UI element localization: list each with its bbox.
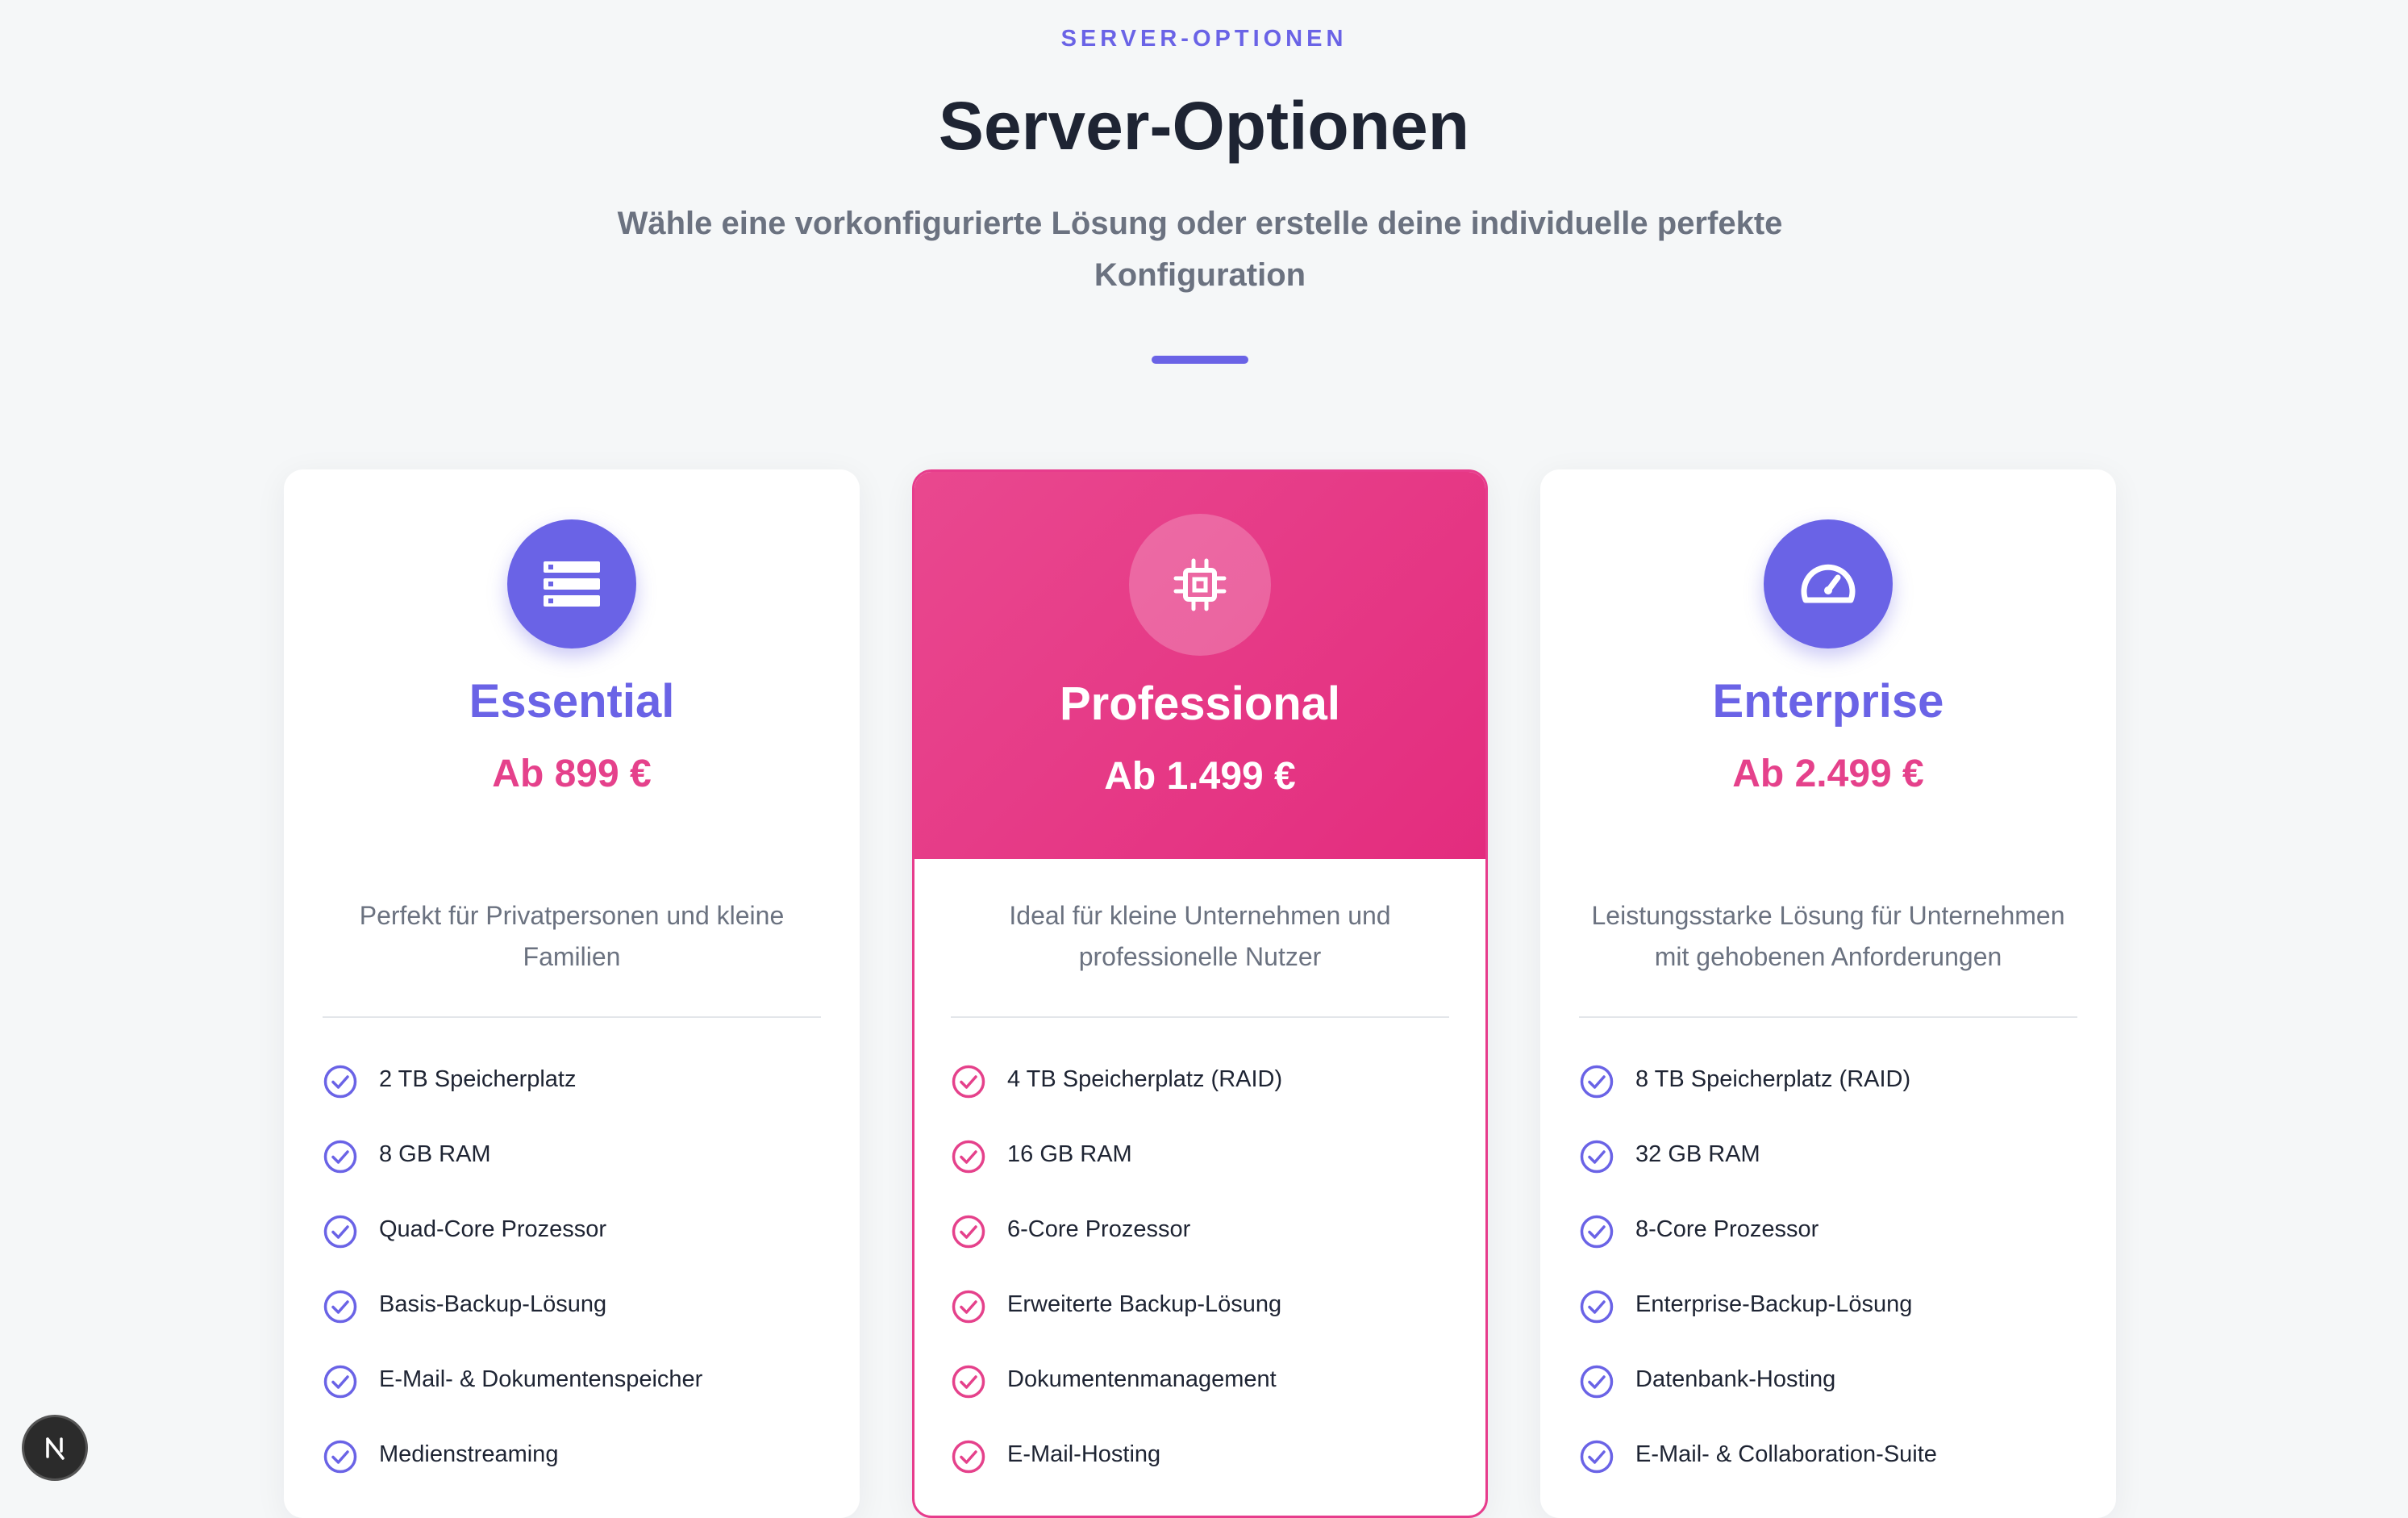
feature-item: Dokumentenmanagement — [951, 1362, 1447, 1437]
feature-item: 16 GB RAM — [951, 1136, 1447, 1211]
feature-label: 8 TB Speicherplatz (RAID) — [1635, 1066, 1911, 1092]
feature-label: 6-Core Prozessor — [1007, 1216, 1191, 1242]
plan-card-professional[interactable]: Professional Ab 1.499 € Ideal für kleine… — [912, 469, 1488, 1518]
feature-label: 16 GB RAM — [1007, 1141, 1132, 1167]
feature-item: Quad-Core Prozessor — [323, 1211, 821, 1287]
feature-item: Erweiterte Backup-Lösung — [951, 1287, 1447, 1362]
check-circle-icon — [1580, 1065, 1614, 1099]
page-subtitle: Wähle eine vorkonfigurierte Lösung oder … — [617, 206, 1783, 293]
check-circle-icon — [952, 1440, 985, 1474]
feature-item: 8-Core Prozessor — [1579, 1211, 2077, 1287]
nextjs-logo-icon — [46, 1437, 65, 1460]
plan-description: Perfekt für Privatpersonen und kleine Fa… — [359, 901, 785, 971]
feature-label: 4 TB Speicherplatz (RAID) — [1007, 1066, 1283, 1092]
feature-label: Datenbank-Hosting — [1635, 1366, 1836, 1392]
plan-card-header: Professional Ab 1.499 € — [914, 472, 1485, 859]
feature-label: Erweiterte Backup-Lösung — [1007, 1291, 1282, 1317]
feature-item: Basis-Backup-Lösung — [323, 1287, 821, 1362]
check-circle-icon — [1580, 1365, 1614, 1399]
plan-card-essential[interactable]: Essential Ab 899 € Perfekt für Privatper… — [284, 469, 860, 1518]
card-divider — [323, 1016, 821, 1018]
feature-label: E-Mail-Hosting — [1007, 1441, 1161, 1467]
check-circle-icon — [323, 1065, 357, 1099]
check-circle-icon — [1580, 1140, 1614, 1174]
check-circle-icon — [323, 1440, 357, 1474]
feature-list: 4 TB Speicherplatz (RAID) 16 GB RAM 6-Co… — [951, 1061, 1447, 1512]
feature-label: Quad-Core Prozessor — [379, 1216, 607, 1242]
feature-label: Enterprise-Backup-Lösung — [1635, 1291, 1913, 1317]
feature-item: 32 GB RAM — [1579, 1136, 2077, 1211]
plan-price: Ab 2.499 € — [1732, 753, 1924, 795]
check-circle-icon — [323, 1290, 357, 1324]
feature-item: E-Mail- & Dokumentenspeicher — [323, 1362, 821, 1437]
plan-description: Leistungsstarke Lösung für Unternehmen m… — [1591, 901, 2065, 971]
card-divider — [951, 1016, 1449, 1018]
feature-item: E-Mail- & Collaboration-Suite — [1579, 1437, 2077, 1512]
server-stack-icon — [507, 519, 636, 648]
check-circle-icon — [952, 1365, 985, 1399]
section-eyebrow: SERVER-OPTIONEN — [1060, 26, 1348, 52]
feature-label: 2 TB Speicherplatz — [379, 1066, 577, 1092]
feature-item: 8 TB Speicherplatz (RAID) — [1579, 1061, 2077, 1136]
feature-label: Medienstreaming — [379, 1441, 559, 1467]
feature-item: Medienstreaming — [323, 1437, 821, 1512]
check-circle-icon — [323, 1215, 357, 1249]
check-circle-icon — [952, 1215, 985, 1249]
check-circle-icon — [1580, 1215, 1614, 1249]
check-circle-icon — [1580, 1290, 1614, 1324]
feature-item: 6-Core Prozessor — [951, 1211, 1447, 1287]
plan-price: Ab 899 € — [492, 753, 652, 795]
feature-item: Datenbank-Hosting — [1579, 1362, 2077, 1437]
plan-name: Enterprise — [1712, 675, 1944, 728]
check-circle-icon — [323, 1365, 357, 1399]
card-divider — [1579, 1016, 2077, 1018]
plan-name: Essential — [469, 675, 675, 728]
feature-label: E-Mail- & Collaboration-Suite — [1635, 1441, 1937, 1467]
feature-item: 8 GB RAM — [323, 1136, 821, 1211]
feature-label: 8 GB RAM — [379, 1141, 491, 1167]
speedometer-icon — [1764, 519, 1893, 648]
nextjs-dev-badge[interactable] — [24, 1417, 85, 1478]
feature-label: Basis-Backup-Lösung — [379, 1291, 607, 1317]
feature-item: Enterprise-Backup-Lösung — [1579, 1287, 2077, 1362]
plan-card-header: Enterprise Ab 2.499 € — [1540, 469, 2116, 857]
title-underline — [1152, 356, 1248, 364]
check-circle-icon — [952, 1140, 985, 1174]
check-circle-icon — [952, 1065, 985, 1099]
feature-list: 2 TB Speicherplatz 8 GB RAM Quad-Core Pr… — [323, 1061, 821, 1512]
feature-item: E-Mail-Hosting — [951, 1437, 1447, 1512]
cpu-chip-icon — [1129, 514, 1271, 656]
check-circle-icon — [1580, 1440, 1614, 1474]
plan-card-header: Essential Ab 899 € — [284, 469, 860, 857]
plan-card-enterprise[interactable]: Enterprise Ab 2.499 € Leistungsstarke Lö… — [1540, 469, 2116, 1518]
feature-list: 8 TB Speicherplatz (RAID) 32 GB RAM 8-Co… — [1579, 1061, 2077, 1512]
feature-item: 4 TB Speicherplatz (RAID) — [951, 1061, 1447, 1136]
check-circle-icon — [952, 1290, 985, 1324]
plan-description: Ideal für kleine Unternehmen und profess… — [1009, 901, 1391, 971]
plan-price: Ab 1.499 € — [1104, 755, 1296, 798]
feature-label: 32 GB RAM — [1635, 1141, 1760, 1167]
feature-item: 2 TB Speicherplatz — [323, 1061, 821, 1136]
feature-label: 8-Core Prozessor — [1635, 1216, 1819, 1242]
feature-label: E-Mail- & Dokumentenspeicher — [379, 1366, 703, 1392]
plan-name: Professional — [1059, 678, 1341, 730]
feature-label: Dokumentenmanagement — [1007, 1366, 1277, 1392]
check-circle-icon — [323, 1140, 357, 1174]
page-title: Server-Optionen — [938, 88, 1470, 164]
